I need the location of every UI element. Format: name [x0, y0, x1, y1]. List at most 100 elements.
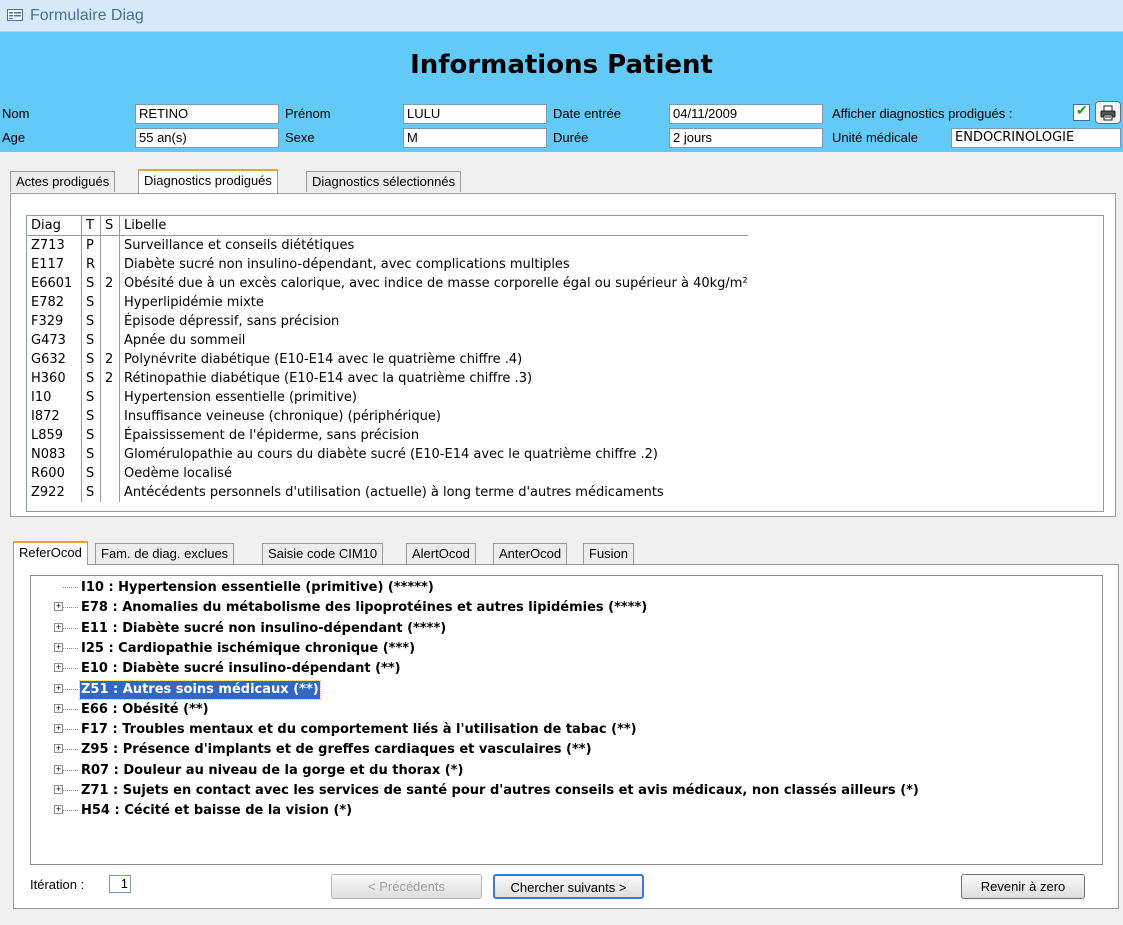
table-row[interactable]: E782 S Hyperlipidémie mixte [27, 293, 748, 312]
revenir-a-zero-button[interactable]: Revenir à zero [961, 874, 1085, 899]
plus-box-icon[interactable]: + [54, 724, 63, 734]
tab-diagnostics-prodigues[interactable]: Diagnostics prodigués [138, 169, 278, 193]
tree-connector [63, 729, 78, 731]
table-row[interactable]: N083 S Glomérulopathie au cours du diabète… [27, 445, 748, 464]
tree-node-label[interactable]: H54 : Cécité et baisse de la vision (*) [80, 802, 353, 820]
tree-node[interactable]: + E10 : Diabète sucré insulino-dépendant … [31, 659, 1102, 679]
tree-node[interactable]: + F17 : Troubles mentaux et du comporteme… [31, 720, 1102, 740]
tree-node-label[interactable]: I25 : Cardiopathie ischémique chronique … [80, 640, 416, 658]
window-titlebar: Formulaire Diag [0, 0, 1123, 32]
table-row[interactable]: L859 S Épaississement de l'épiderme, sans … [27, 426, 748, 445]
table-row[interactable]: H360 S 2 Rétinopathie diabétique (E10-E14 a… [27, 369, 748, 388]
table-row[interactable]: I872 S Insuffisance veineuse (chronique) (… [27, 407, 748, 426]
column-header[interactable]: T [81, 216, 101, 236]
nom-field[interactable]: RETINO [135, 104, 279, 124]
plus-box-icon[interactable]: + [54, 764, 63, 774]
tree-node[interactable]: + Z95 : Présence d'implants et de greffes… [31, 740, 1102, 760]
iteration-label: Itération : [30, 877, 85, 892]
tree-node[interactable]: I10 : Hypertension essentielle (primitiv… [31, 578, 1102, 598]
tree-node-label[interactable]: F17 : Troubles mentaux et du comportemen… [80, 721, 638, 739]
table-row[interactable]: F329 S Épisode dépressif, sans précision [27, 312, 748, 331]
prenom-field[interactable]: LULU [403, 104, 547, 124]
table-cell [100, 464, 120, 483]
precedents-button[interactable]: < Précédents [331, 874, 482, 899]
plus-box-icon[interactable]: + [54, 622, 63, 632]
table-row[interactable]: Z922 S Antécédents personnels d'utilisatio… [27, 483, 748, 502]
tab-saisie-code-cim10[interactable]: Saisie code CIM10 [262, 543, 384, 564]
table-cell: S [81, 369, 101, 388]
tab-fam-diag-exclues[interactable]: Fam. de diag. exclues [95, 543, 235, 564]
column-header[interactable]: Diag [27, 216, 82, 236]
referocod-tree[interactable]: I10 : Hypertension essentielle (primitiv… [30, 575, 1103, 865]
sexe-field[interactable]: M [403, 128, 547, 148]
table-cell [100, 388, 120, 407]
tab-diagnostics-selectionnes[interactable]: Diagnostics sélectionnés [306, 171, 462, 192]
tree-node-label[interactable]: E10 : Diabète sucré insulino-dépendant (… [80, 660, 402, 678]
table-cell: R [81, 255, 101, 274]
tree-node-label[interactable]: I10 : Hypertension essentielle (primitiv… [80, 579, 435, 597]
table-cell: Antécédents personnels d'utilisation (ac… [124, 485, 664, 500]
chercher-suivants-button[interactable]: Chercher suivants > [493, 874, 644, 899]
table-cell: E117 [27, 255, 82, 274]
tree-node-label[interactable]: E66 : Obésité (**) [80, 701, 210, 719]
table-cell [100, 312, 120, 331]
table-cell: S [81, 350, 101, 369]
tree-node-label[interactable]: Z95 : Présence d'implants et de greffes … [80, 741, 593, 759]
plus-box-icon[interactable]: + [54, 805, 63, 815]
diagnostics-table[interactable]: Diag T S Libelle Z713 P Surveillance et consei… [26, 215, 1104, 512]
tree-node-label[interactable]: Z51 : Autres soins médicaux (**) [79, 679, 321, 700]
table-row[interactable]: E117 R Diabète sucré non insulino-dépendan… [27, 255, 748, 274]
table-cell: F329 [27, 312, 82, 331]
print-button[interactable] [1095, 101, 1121, 124]
plus-box-icon[interactable]: + [54, 602, 63, 612]
date-entree-field[interactable]: 04/11/2009 [669, 104, 823, 124]
table-cell: I10 [27, 388, 82, 407]
iteration-field[interactable]: 1 [109, 875, 131, 893]
table-cell: 2 [100, 369, 120, 388]
table-cell: S [81, 426, 101, 445]
column-header[interactable]: S [100, 216, 120, 236]
table-cell: Épisode dépressif, sans précision [124, 314, 340, 329]
table-cell: R600 [27, 464, 82, 483]
header-band: Informations Patient [0, 32, 1123, 100]
age-field[interactable]: 55 an(s) [135, 128, 279, 148]
column-header[interactable]: Libelle [119, 216, 748, 236]
table-row[interactable]: R600 S Oedème localisé [27, 464, 748, 483]
tab-fusion[interactable]: Fusion [583, 543, 635, 564]
tab-actes-prodigues[interactable]: Actes prodigués [10, 171, 116, 192]
plus-box-icon[interactable]: + [54, 642, 63, 652]
tree-node-label[interactable]: Z71 : Sujets en contact avec les service… [80, 782, 920, 800]
plus-box-icon[interactable]: + [54, 703, 63, 713]
tab-referocod[interactable]: ReferOcod [13, 541, 88, 565]
plus-box-icon[interactable]: + [54, 785, 63, 794]
table-cell: N083 [27, 445, 82, 464]
tab-anterocod[interactable]: AnterOcod [493, 543, 568, 564]
plus-box-icon[interactable]: + [54, 744, 63, 754]
tree-node[interactable]: + Z71 : Sujets en contact avec les servic… [31, 781, 1102, 801]
tree-node[interactable]: + I25 : Cardiopathie ischémique chronique… [31, 639, 1102, 659]
tree-node[interactable]: + R07 : Douleur au niveau de la gorge et … [31, 761, 1102, 781]
table-row[interactable]: G473 S Apnée du sommeil [27, 331, 748, 350]
unite-medicale-field[interactable]: ENDOCRINOLOGIE [951, 128, 1121, 148]
plus-box-icon[interactable]: + [54, 683, 63, 693]
table-row[interactable]: I10 S Hypertension essentielle (primitive) [27, 388, 748, 407]
tree-node[interactable]: + Z51 : Autres soins médicaux (**) [31, 679, 1102, 700]
tab-alertocod[interactable]: AlertOcod [406, 543, 476, 564]
tree-node[interactable]: + E78 : Anomalies du métabolisme des lipo… [31, 598, 1102, 618]
plus-box-icon[interactable]: + [54, 663, 63, 673]
table-cell: E6601 [27, 274, 82, 293]
tree-node-label[interactable]: E11 : Diabète sucré non insulino-dépenda… [80, 620, 447, 638]
table-row[interactable]: Z713 P Surveillance et conseils diététique… [27, 235, 748, 255]
afficher-diagnostics-checkbox[interactable]: ✔ [1073, 102, 1090, 121]
duree-field[interactable]: 2 jours [669, 128, 823, 148]
tree-connector [63, 647, 78, 649]
tree-node[interactable]: + E66 : Obésité (**) [31, 700, 1102, 720]
table-cell: P [81, 235, 101, 255]
tree-node[interactable]: + H54 : Cécité et baisse de la vision (*) [31, 801, 1102, 821]
table-cell: Épaississement de l'épiderme, sans préci… [124, 428, 420, 443]
table-row[interactable]: G632 S 2 Polynévrite diabétique (E10-E14 av… [27, 350, 748, 369]
table-row[interactable]: E6601 S 2 Obésité due à un excès calorique,… [27, 274, 748, 293]
tree-node[interactable]: + E11 : Diabète sucré non insulino-dépend… [31, 619, 1102, 639]
tree-node-label[interactable]: E78 : Anomalies du métabolisme des lipop… [80, 599, 648, 617]
tree-node-label[interactable]: R07 : Douleur au niveau de la gorge et d… [80, 762, 464, 780]
